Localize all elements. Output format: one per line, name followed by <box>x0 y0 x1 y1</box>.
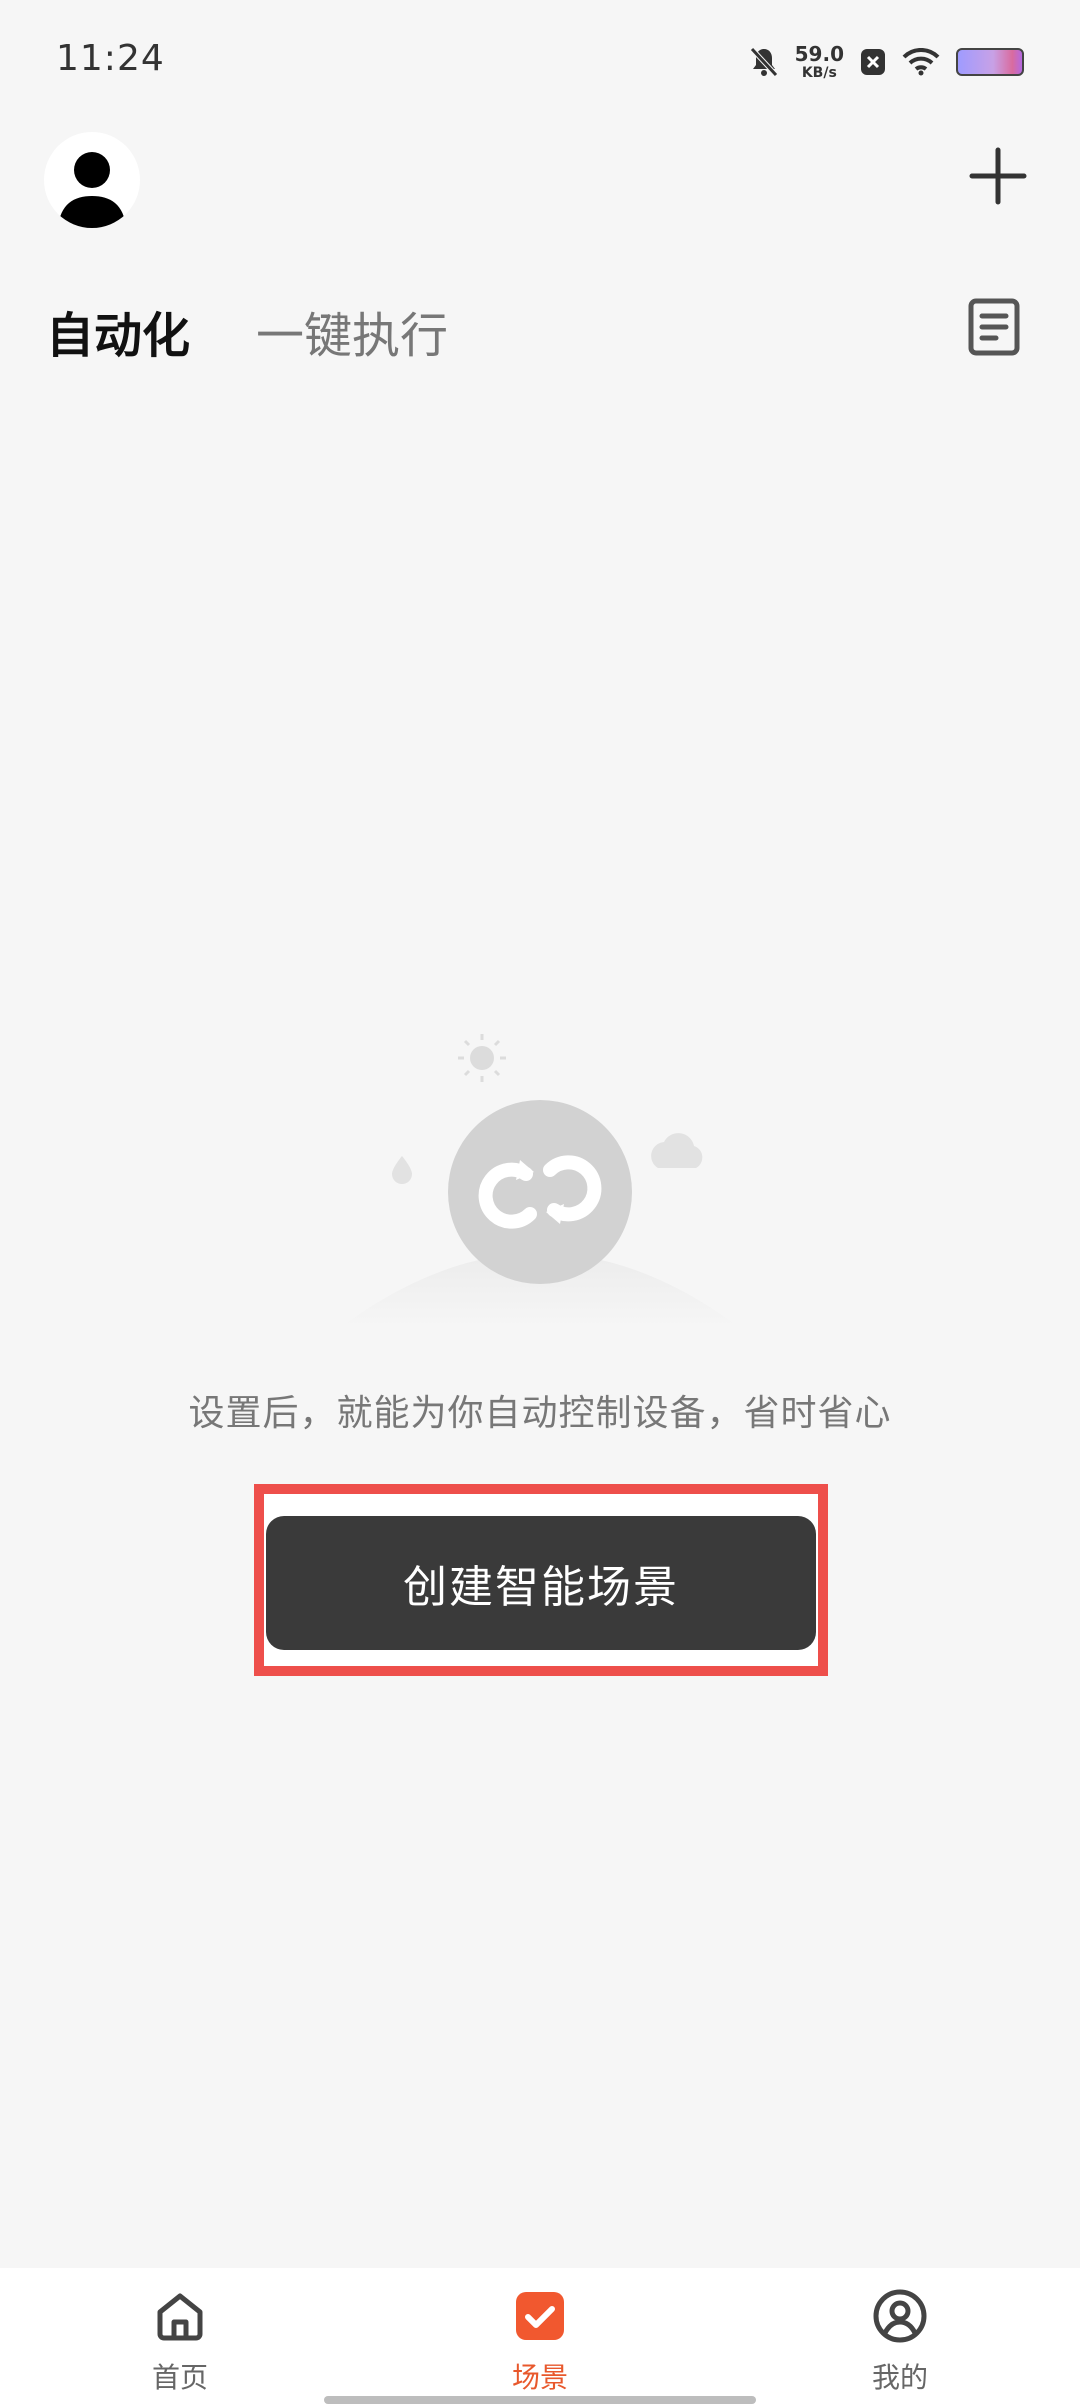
nav-home[interactable]: 首页 <box>100 2288 260 2396</box>
nav-home-label: 首页 <box>151 2361 208 2394</box>
empty-state-message: 设置后，就能为你自动控制设备，省时省心 <box>188 1393 892 1434</box>
empty-scene-illustration <box>340 1034 740 1328</box>
drop-icon <box>392 1156 412 1184</box>
user-avatar-icon[interactable] <box>44 132 140 228</box>
net-speed-unit: KB/s <box>801 65 837 81</box>
nav-mine-label: 我的 <box>871 2361 928 2394</box>
add-button[interactable] <box>968 146 1028 206</box>
wifi-icon <box>902 48 940 76</box>
home-icon <box>157 2293 203 2341</box>
net-speed: 59.0 KB/s <box>795 44 844 80</box>
scene-check-icon <box>516 2292 564 2340</box>
tab-automation[interactable]: 自动化 <box>46 296 190 366</box>
sun-icon <box>458 1034 506 1082</box>
home-indicator[interactable] <box>324 2396 756 2404</box>
battery-icon <box>956 48 1024 76</box>
tab-one-click[interactable]: 一键执行 <box>256 296 448 366</box>
document-icon[interactable] <box>968 298 1020 356</box>
create-smart-scene-button[interactable]: 创建智能场景 <box>266 1516 816 1650</box>
cloud-icon <box>651 1133 703 1168</box>
bottom-navigation: 首页 场景 我的 <box>0 2268 1080 2408</box>
net-speed-value: 59.0 <box>794 42 844 66</box>
nav-scenes[interactable]: 场景 <box>460 2288 620 2396</box>
nav-scenes-label: 场景 <box>511 2361 568 2394</box>
bell-mute-icon <box>749 47 778 77</box>
nav-mine[interactable]: 我的 <box>820 2288 980 2396</box>
status-time: 11:24 <box>56 38 165 79</box>
profile-icon <box>873 2289 927 2343</box>
status-icons: 59.0 KB/s <box>749 44 1024 80</box>
notification-x-icon <box>861 49 885 75</box>
